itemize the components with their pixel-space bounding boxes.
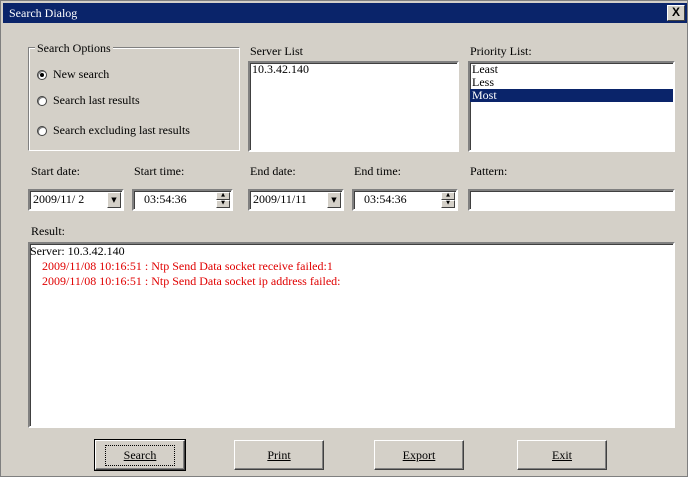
export-button-label: Export xyxy=(402,447,436,462)
search-options-legend: Search Options xyxy=(35,41,113,56)
export-button[interactable]: Export xyxy=(374,440,464,470)
end-date-label: End date: xyxy=(250,164,296,178)
end-time-label: End time: xyxy=(354,164,401,178)
start-time-value: 03:54:36 xyxy=(144,192,187,206)
start-time-down-arrow-icon[interactable]: ▼ xyxy=(216,200,230,208)
result-box[interactable]: Server: 10.3.42.140 2009/11/08 10:16:51 … xyxy=(28,242,675,428)
search-button[interactable]: Search xyxy=(94,439,186,471)
end-time-down-arrow-icon[interactable]: ▼ xyxy=(441,200,455,208)
result-label: Result: xyxy=(31,224,66,238)
pattern-label: Pattern: xyxy=(470,164,508,178)
end-time-value: 03:54:36 xyxy=(364,192,407,206)
close-button[interactable]: X xyxy=(667,5,685,21)
start-date-picker[interactable]: 2009/11/ 2 ▼ xyxy=(28,189,124,211)
window-title: Search Dialog xyxy=(9,6,78,20)
radio-search-excluding-label: Search excluding last results xyxy=(53,123,190,137)
radio-search-last-results-label: Search last results xyxy=(53,93,140,107)
end-date-picker[interactable]: 2009/11/11 ▼ xyxy=(248,189,344,211)
radio-new-search[interactable]: New search xyxy=(37,67,109,82)
priority-list-label: Priority List: xyxy=(470,44,532,58)
search-button-label: Search xyxy=(104,444,176,466)
priority-item-less[interactable]: Less xyxy=(470,76,673,89)
start-time-spin-buttons[interactable]: ▲ ▼ xyxy=(216,192,230,208)
start-time-label: Start time: xyxy=(134,164,185,178)
radio-new-search-indicator[interactable] xyxy=(37,69,47,80)
server-list-item[interactable]: 10.3.42.140 xyxy=(250,63,457,76)
end-time-spinner[interactable]: 03:54:36 ▲ ▼ xyxy=(352,189,458,211)
exit-button[interactable]: Exit xyxy=(517,440,607,470)
radio-search-last-results[interactable]: Search last results xyxy=(37,93,140,108)
print-button[interactable]: Print xyxy=(234,440,324,470)
result-line-error-1: 2009/11/08 10:16:51 : Ntp Send Data sock… xyxy=(42,259,333,273)
search-dialog-window: Search Dialog X Search Options New searc… xyxy=(0,0,688,477)
priority-item-least[interactable]: Least xyxy=(470,63,673,76)
server-list-box[interactable]: 10.3.42.140 xyxy=(248,61,459,152)
server-list-label: Server List xyxy=(250,44,303,58)
priority-list-box[interactable]: Least Less Most xyxy=(468,61,675,152)
end-date-value: 2009/11/11 xyxy=(253,192,307,206)
end-date-dropdown-arrow-icon[interactable]: ▼ xyxy=(327,192,341,208)
start-date-label: Start date: xyxy=(31,164,80,178)
start-date-value: 2009/11/ 2 xyxy=(33,192,85,206)
start-time-spinner[interactable]: 03:54:36 ▲ ▼ xyxy=(132,189,233,211)
end-time-up-arrow-icon[interactable]: ▲ xyxy=(441,192,455,200)
start-time-up-arrow-icon[interactable]: ▲ xyxy=(216,192,230,200)
radio-new-search-label: New search xyxy=(53,67,110,81)
result-line-server: Server: 10.3.42.140 xyxy=(30,244,125,258)
radio-search-last-results-indicator[interactable] xyxy=(37,95,47,106)
priority-item-most[interactable]: Most xyxy=(470,89,673,102)
title-bar[interactable]: Search Dialog X xyxy=(3,3,687,23)
result-line-error-2: 2009/11/08 10:16:51 : Ntp Send Data sock… xyxy=(42,274,341,288)
radio-search-excluding-indicator[interactable] xyxy=(37,125,47,136)
exit-button-label: Exit xyxy=(552,447,572,462)
end-time-spin-buttons[interactable]: ▲ ▼ xyxy=(441,192,455,208)
radio-search-excluding-last-results[interactable]: Search excluding last results xyxy=(37,123,190,138)
print-button-label: Print xyxy=(267,447,291,462)
start-date-dropdown-arrow-icon[interactable]: ▼ xyxy=(107,192,121,208)
pattern-input[interactable] xyxy=(468,189,675,211)
